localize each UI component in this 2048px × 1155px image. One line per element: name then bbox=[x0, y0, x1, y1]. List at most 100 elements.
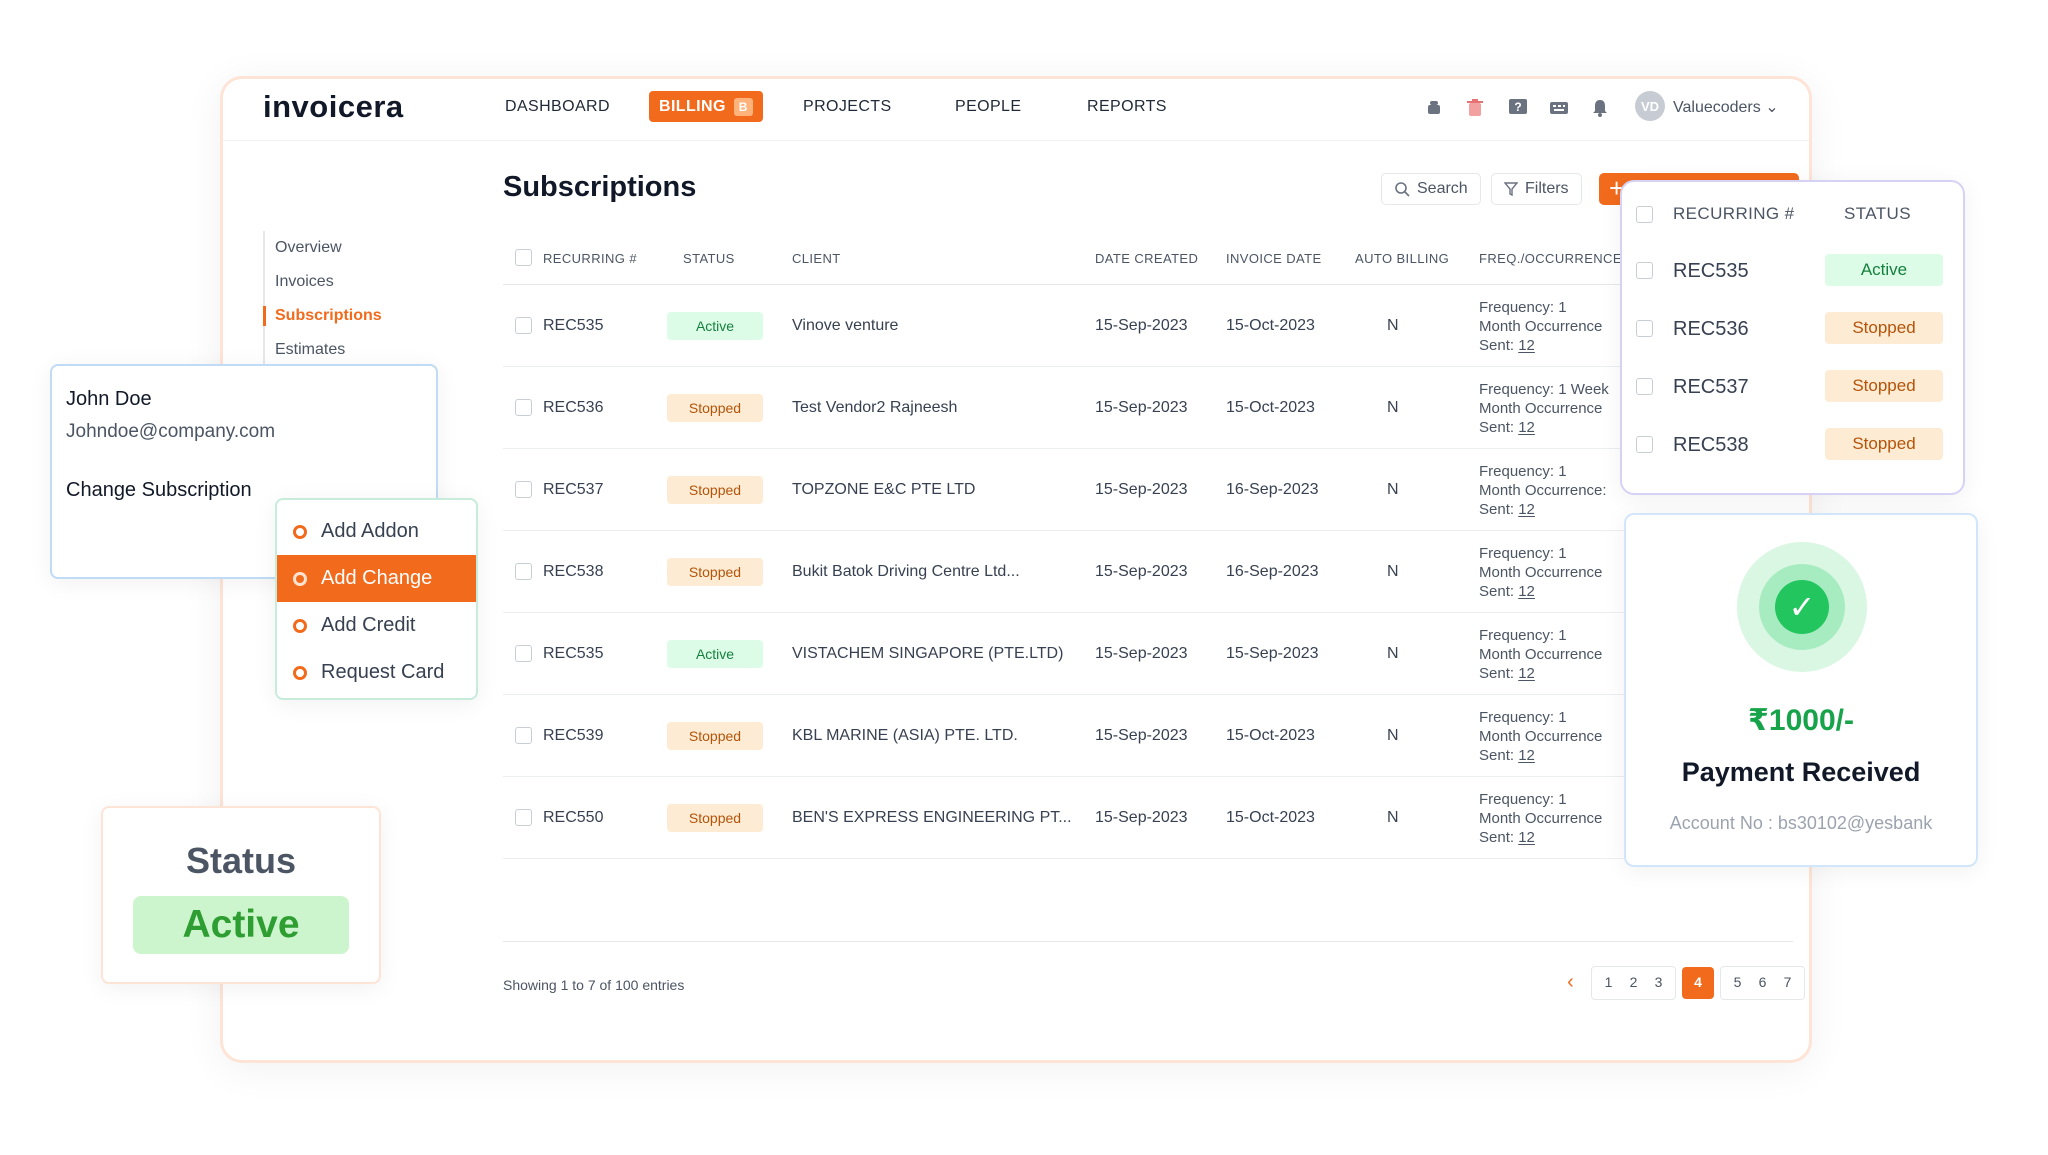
rec-select-all-checkbox[interactable] bbox=[1636, 206, 1653, 223]
rec-id: REC537 bbox=[1673, 376, 1749, 398]
nav-people[interactable]: PEOPLE bbox=[955, 98, 1021, 116]
user-menu[interactable]: Valuecoders ⌄ bbox=[1673, 97, 1779, 117]
keyboard-icon[interactable] bbox=[1546, 95, 1572, 121]
select-all-checkbox[interactable] bbox=[515, 249, 532, 266]
table-row[interactable]: REC536 Stopped Test Vendor2 Rajneesh 15-Sep… bbox=[503, 367, 1793, 449]
rec-row[interactable]: REC537 Stopped bbox=[1622, 358, 1963, 416]
page-2[interactable]: 2 bbox=[1621, 967, 1646, 999]
header-client[interactable]: CLIENT bbox=[792, 251, 841, 266]
nav-projects[interactable]: PROJECTS bbox=[803, 98, 892, 116]
rec-row-checkbox[interactable] bbox=[1636, 378, 1653, 395]
avatar[interactable]: VD bbox=[1635, 91, 1665, 121]
rec-row[interactable]: REC538 Stopped bbox=[1622, 416, 1963, 474]
menu-item-add-credit[interactable]: Add Credit bbox=[277, 602, 476, 649]
cell-recurring-id[interactable]: REC537 bbox=[543, 481, 603, 499]
page-6[interactable]: 6 bbox=[1750, 967, 1775, 999]
table-row[interactable]: REC535 Active Vinove venture 15-Sep-2023 15-… bbox=[503, 285, 1793, 367]
sent-count[interactable]: 12 bbox=[1518, 829, 1535, 846]
header-frequency[interactable]: FREQ./OCCURRENCE bbox=[1479, 251, 1622, 266]
sent-count[interactable]: 12 bbox=[1518, 665, 1535, 682]
table-row[interactable]: REC539 Stopped KBL MARINE (ASIA) PTE. LTD.… bbox=[503, 695, 1793, 777]
header-date-created[interactable]: DATE CREATED bbox=[1095, 251, 1198, 266]
recurring-status-card: RECURRING # STATUS REC535 Active REC536 Sto… bbox=[1620, 180, 1965, 495]
subscriptions-table: RECURRING # STATUS CLIENT DATE CREATED I… bbox=[503, 231, 1793, 859]
status-card-value: Active bbox=[133, 896, 349, 954]
cell-frequency: Frequency: 1 Month Occurrence Sent: 12 bbox=[1479, 544, 1602, 601]
row-checkbox[interactable] bbox=[515, 481, 532, 498]
row-checkbox[interactable] bbox=[515, 727, 532, 744]
page-7[interactable]: 7 bbox=[1775, 967, 1800, 999]
svg-text:?: ? bbox=[1514, 100, 1521, 114]
header-invoice-date[interactable]: INVOICE DATE bbox=[1226, 251, 1322, 266]
cell-client: BEN'S EXPRESS ENGINEERING PT... bbox=[792, 809, 1072, 826]
payment-account: Account No : bs30102@yesbank bbox=[1669, 813, 1933, 833]
rec-row-checkbox[interactable] bbox=[1636, 320, 1653, 337]
cell-auto-billing: N bbox=[1387, 645, 1399, 662]
rec-row[interactable]: REC535 Active bbox=[1622, 242, 1963, 300]
menu-item-label: Add Credit bbox=[321, 614, 416, 636]
status-badge: Stopped bbox=[667, 394, 763, 422]
brand-logo[interactable]: invoicera bbox=[263, 89, 404, 125]
rec-row-checkbox[interactable] bbox=[1636, 436, 1653, 453]
row-checkbox[interactable] bbox=[515, 563, 532, 580]
frequency-line: Frequency: 1 bbox=[1479, 299, 1567, 316]
status-badge: Stopped bbox=[667, 558, 763, 586]
sidebar-item-subscriptions[interactable]: Subscriptions bbox=[263, 299, 423, 333]
nav-billing[interactable]: BILLING B bbox=[649, 91, 763, 122]
cell-recurring-id[interactable]: REC550 bbox=[543, 809, 603, 827]
table-row[interactable]: REC537 Stopped TOPZONE E&C PTE LTD 15-Sep-2… bbox=[503, 449, 1793, 531]
table-row[interactable]: REC538 Stopped Bukit Batok Driving Centre … bbox=[503, 531, 1793, 613]
occurrence-line: Month Occurrence bbox=[1479, 646, 1603, 663]
sidebar-item-invoices[interactable]: Invoices bbox=[275, 265, 423, 299]
android-icon[interactable] bbox=[1421, 95, 1447, 121]
trash-icon[interactable] bbox=[1462, 95, 1488, 121]
prev-page-button[interactable]: ‹ bbox=[1558, 967, 1583, 999]
cell-client: KBL MARINE (ASIA) PTE. LTD. bbox=[792, 727, 1018, 744]
filters-button[interactable]: Filters bbox=[1491, 173, 1582, 205]
nav-dashboard[interactable]: DASHBOARD bbox=[505, 98, 610, 116]
row-checkbox[interactable] bbox=[515, 645, 532, 662]
table-row[interactable]: REC535 Active VISTACHEM SINGAPORE (PTE.LTD… bbox=[503, 613, 1793, 695]
nav-reports[interactable]: REPORTS bbox=[1087, 98, 1167, 116]
cell-recurring-id[interactable]: REC538 bbox=[543, 563, 603, 581]
sent-count[interactable]: 12 bbox=[1518, 747, 1535, 764]
menu-item-add-change[interactable]: Add Change bbox=[277, 555, 476, 602]
row-checkbox[interactable] bbox=[515, 399, 532, 416]
page-current[interactable]: 4 bbox=[1682, 967, 1714, 999]
table-row[interactable]: REC550 Stopped BEN'S EXPRESS ENGINEERING P… bbox=[503, 777, 1793, 859]
sent-count[interactable]: 12 bbox=[1518, 337, 1535, 354]
sent-count[interactable]: 12 bbox=[1518, 583, 1535, 600]
menu-item-request-card[interactable]: Request Card bbox=[277, 649, 476, 696]
rec-header-status: STATUS bbox=[1844, 204, 1911, 223]
row-checkbox[interactable] bbox=[515, 317, 532, 334]
cell-recurring-id[interactable]: REC539 bbox=[543, 727, 603, 745]
cell-recurring-id[interactable]: REC535 bbox=[543, 317, 603, 335]
cell-recurring-id[interactable]: REC535 bbox=[543, 645, 603, 663]
rec-row[interactable]: REC536 Stopped bbox=[1622, 300, 1963, 358]
rec-row-checkbox[interactable] bbox=[1636, 262, 1653, 279]
cell-client: Vinove venture bbox=[792, 317, 899, 334]
search-icon bbox=[1395, 182, 1410, 197]
cell-invoice-date: 16-Sep-2023 bbox=[1226, 481, 1319, 498]
frequency-line: Frequency: 1 bbox=[1479, 791, 1567, 808]
sent-count[interactable]: 12 bbox=[1518, 419, 1535, 436]
page-1[interactable]: 1 bbox=[1596, 967, 1621, 999]
page-5[interactable]: 5 bbox=[1725, 967, 1750, 999]
check-icon: ✓ bbox=[1775, 580, 1829, 634]
menu-item-add-addon[interactable]: Add Addon bbox=[277, 508, 476, 555]
row-checkbox[interactable] bbox=[515, 809, 532, 826]
table-body: REC535 Active Vinove venture 15-Sep-2023 15-… bbox=[503, 285, 1793, 859]
search-button[interactable]: Search bbox=[1381, 173, 1481, 205]
bell-icon[interactable] bbox=[1587, 95, 1613, 121]
cell-recurring-id[interactable]: REC536 bbox=[543, 399, 603, 417]
search-label: Search bbox=[1417, 180, 1468, 197]
sidebar-item-estimates[interactable]: Estimates bbox=[275, 333, 423, 367]
header-auto-billing[interactable]: AUTO BILLING bbox=[1355, 251, 1449, 266]
sidebar-item-overview[interactable]: Overview bbox=[275, 231, 423, 265]
help-icon[interactable]: ? bbox=[1505, 95, 1531, 121]
sent-count[interactable]: 12 bbox=[1518, 501, 1535, 518]
cell-invoice-date: 15-Oct-2023 bbox=[1226, 809, 1315, 826]
page-3[interactable]: 3 bbox=[1646, 967, 1671, 999]
header-status[interactable]: STATUS bbox=[683, 251, 735, 266]
header-recurring[interactable]: RECURRING # bbox=[543, 251, 637, 266]
